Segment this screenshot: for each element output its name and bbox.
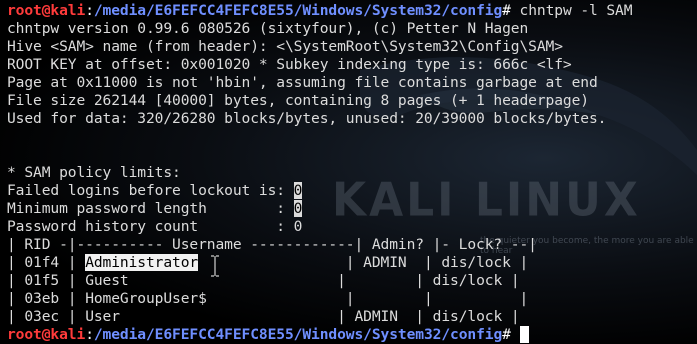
flags-cell: | ADMIN | dis/lock | bbox=[337, 254, 529, 271]
command-line-1: root@kali:/media/E6FEFCC4FEFC8E55/Window… bbox=[7, 2, 633, 20]
table-row: | 03ec | User | ADMIN | dis/lock | bbox=[7, 308, 520, 326]
policy-value: 0 bbox=[293, 218, 303, 235]
policy-label: Failed logins before lockout is: bbox=[7, 182, 294, 199]
output-line: Page at 0x11000 is not 'hbin', assuming … bbox=[7, 74, 598, 91]
output-line: ROOT KEY at offset: 0x001020 * Subkey in… bbox=[7, 56, 572, 73]
text-cursor bbox=[519, 326, 529, 343]
output-line: File size 262144 [40000] bytes, containi… bbox=[7, 92, 589, 109]
prompt-symbol: # bbox=[502, 2, 511, 19]
table-row: | 03eb | HomeGroupUser$ | | | bbox=[7, 290, 528, 308]
table-row: | 01f4 | Administrator | ADMIN | dis/loc… bbox=[7, 254, 528, 272]
output-line: Hive <SAM> name (from header): <\SystemR… bbox=[7, 38, 563, 55]
username-selected[interactable]: Administrator bbox=[85, 254, 198, 271]
policy-min-password: Minimum password length : 0 bbox=[7, 200, 302, 218]
flags-cell: | | | bbox=[206, 290, 529, 307]
prompt-symbol: # bbox=[502, 326, 511, 343]
flags-cell: | | dis/lock | bbox=[128, 272, 520, 289]
table-row: | 01f5 | Guest | | dis/lock | bbox=[7, 272, 520, 290]
policy-label: Minimum password length : bbox=[7, 200, 294, 217]
output-line: Used for data: 320/26280 blocks/bytes, u… bbox=[7, 110, 607, 127]
policy-value: 0 bbox=[293, 182, 303, 199]
prompt-sep: : bbox=[85, 2, 94, 19]
rid-cell: | 01f5 | bbox=[7, 272, 86, 289]
prompt-user-host: root@kali bbox=[7, 2, 86, 19]
prompt-path: /media/E6FEFCC4FEFC8E55/Windows/System32… bbox=[93, 2, 503, 19]
policy-history: Password history count : 0 bbox=[7, 218, 302, 236]
username-cell: Guest bbox=[85, 272, 129, 289]
output-line: chntpw version 0.99.6 080526 (sixtyfour)… bbox=[7, 20, 529, 37]
username-cell: User bbox=[85, 308, 120, 325]
policy-failed-logins: Failed logins before lockout is: 0 bbox=[7, 182, 302, 200]
policy-header: * SAM policy limits: bbox=[7, 164, 181, 181]
rid-cell: | 03eb | bbox=[7, 290, 86, 307]
flags-cell: | ADMIN | dis/lock | bbox=[119, 308, 520, 325]
ibeam-cursor-icon bbox=[211, 255, 219, 277]
prompt-sep: : bbox=[85, 326, 94, 343]
terminal-window[interactable]: KALI LINUX the quieter you become, the m… bbox=[0, 0, 697, 344]
command-text: chntpw -l SAM bbox=[510, 2, 633, 19]
kali-linux-watermark: KALI LINUX bbox=[332, 173, 641, 228]
rid-cell: | 01f4 | bbox=[7, 254, 86, 271]
username-cell: HomeGroupUser$ bbox=[85, 290, 207, 307]
policy-label: Password history count : bbox=[7, 218, 294, 235]
command-line-2[interactable]: root@kali:/media/E6FEFCC4FEFC8E55/Window… bbox=[7, 326, 529, 344]
policy-value: 0 bbox=[293, 200, 303, 217]
prompt-user-host: root@kali bbox=[7, 326, 86, 343]
rid-cell: | 03ec | bbox=[7, 308, 86, 325]
prompt-path: /media/E6FEFCC4FEFC8E55/Windows/System32… bbox=[93, 326, 503, 343]
table-header: | RID -|---------- Username ------------… bbox=[7, 236, 537, 253]
